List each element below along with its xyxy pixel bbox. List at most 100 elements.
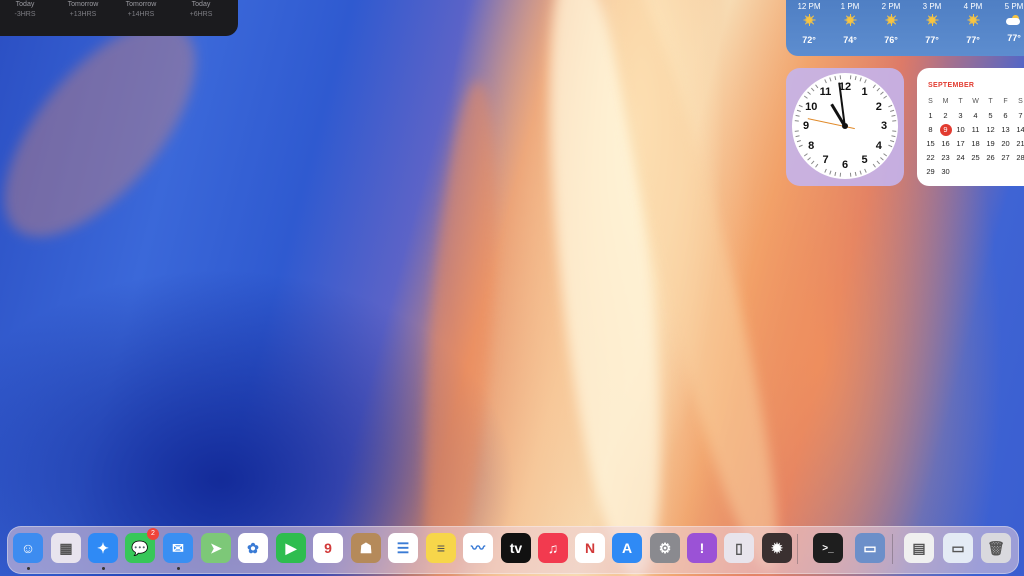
- document-icon[interactable]: ▤: [904, 533, 934, 563]
- clock-tick: [810, 87, 814, 92]
- calendar-day-number: 1: [928, 111, 933, 120]
- maps-icon[interactable]: ➤: [201, 533, 231, 563]
- clock-tick: [879, 91, 884, 95]
- weather-hour-time: 3 PM: [922, 2, 942, 11]
- calendar-day-number: 8: [928, 125, 933, 134]
- calendar-day[interactable]: 6: [998, 109, 1013, 123]
- clock-tick: [823, 168, 827, 173]
- calendar-widget[interactable]: SEPTEMBER S M T W T F S 1 2 3 4 5 6 7 8 9 10 11 12 13 14 15 16…: [917, 68, 1024, 186]
- calendar-day[interactable]: 19: [983, 137, 998, 151]
- world-clock-offset: +13HRS: [69, 11, 97, 18]
- calendar-day[interactable]: 11: [968, 123, 983, 137]
- weather-hour: 12 PM 72°: [792, 0, 826, 47]
- mail-icon[interactable]: ✉: [163, 533, 193, 563]
- calendar-day[interactable]: 27: [998, 151, 1013, 165]
- launchpad-icon[interactable]: ▦: [51, 533, 81, 563]
- running-indicator: [26, 567, 30, 570]
- feedback-icon[interactable]: !: [687, 533, 717, 563]
- preview-icon[interactable]: ▭: [855, 533, 885, 563]
- calendar-day[interactable]: 7: [1013, 109, 1024, 123]
- music-icon[interactable]: ♫: [538, 533, 568, 563]
- clock-tick: [828, 170, 831, 175]
- sun-icon: [885, 14, 897, 26]
- calendar-day[interactable]: 10: [953, 123, 968, 137]
- calendar-day[interactable]: 17: [953, 137, 968, 151]
- calendar-day[interactable]: 22: [923, 151, 938, 165]
- calendar-day[interactable]: 29: [923, 165, 938, 179]
- clock-numeral: 11: [819, 86, 832, 99]
- clock-widget[interactable]: 11 10 9 8 7 6 5 4 3 2 1 12: [786, 68, 904, 186]
- contacts-icon[interactable]: ☗: [351, 533, 381, 563]
- world-clock-offset: +14HRS: [127, 11, 155, 18]
- calendar-day[interactable]: 12: [983, 123, 998, 137]
- system-settings-icon[interactable]: ⚙: [650, 533, 680, 563]
- calendar-day-number: 10: [956, 125, 965, 134]
- clock-tick: [823, 79, 827, 84]
- appletv-icon[interactable]: tv: [501, 533, 531, 563]
- calendar-day[interactable]: 23: [938, 151, 953, 165]
- calendar-day[interactable]: 18: [968, 137, 983, 151]
- system-settings-glyph: ⚙: [658, 539, 672, 556]
- notes-icon[interactable]: ≡: [426, 533, 456, 563]
- calendar-weekday: W: [972, 98, 979, 105]
- weather-hour-time: 12 PM: [797, 2, 821, 11]
- clock-tick: [872, 163, 876, 168]
- calendar-day[interactable]: 14: [1013, 123, 1024, 137]
- calendar-day[interactable]: 5: [983, 109, 998, 123]
- clock-tick: [839, 172, 841, 177]
- calendar-day[interactable]: 13: [998, 123, 1013, 137]
- appstore-icon[interactable]: A: [612, 533, 642, 563]
- clock-numeral: 3: [880, 120, 888, 132]
- calendar-today[interactable]: 9: [938, 123, 953, 137]
- clock-numeral: 10: [805, 100, 818, 113]
- calendar-day[interactable]: 15: [923, 137, 938, 151]
- world-clock-day: Today: [191, 1, 211, 8]
- photos-icon[interactable]: ✿: [238, 533, 268, 563]
- calendar-day[interactable]: 30: [938, 165, 953, 179]
- weather-hour-temp: 72°: [802, 35, 816, 45]
- calendar-day[interactable]: 8: [923, 123, 938, 137]
- finder-icon[interactable]: ☺: [13, 533, 43, 563]
- calendar-day[interactable]: 26: [983, 151, 998, 165]
- calendar-day-number: 2: [943, 111, 948, 120]
- calendar-day[interactable]: 24: [953, 151, 968, 165]
- iphone-mirroring-glyph: ▯: [735, 539, 743, 556]
- reminders-icon[interactable]: ☰: [388, 533, 418, 563]
- calendar-day[interactable]: 21: [1013, 137, 1024, 151]
- calendar-day[interactable]: 28: [1013, 151, 1024, 165]
- calendar-day[interactable]: 2: [938, 109, 953, 123]
- calendar-day[interactable]: 1: [923, 109, 938, 123]
- dock: ☺ ▦ ✦ 💬 2 ✉ ➤ ✿ ▶ 9 ☗ ☰ ≡ 〰 tv ♫ N A ⚙! ▯ ✹ >_ ▭ ▤ ▭ 🗑: [7, 526, 1019, 574]
- notification-badge: 2: [147, 528, 159, 540]
- world-clock-widget[interactable]: Today -3HRS Tomorrow +13HRS Tomorrow +14…: [0, 0, 238, 36]
- calendar-day-number: 11: [971, 125, 980, 134]
- calendar-day[interactable]: 25: [968, 151, 983, 165]
- calendar-weekday: M: [942, 98, 949, 105]
- clock-tick: [891, 130, 896, 132]
- calendar-glyph: 9: [324, 540, 332, 556]
- reminders-glyph: ☰: [396, 539, 410, 556]
- sun-icon: [844, 14, 856, 26]
- clock-tick: [796, 109, 801, 112]
- trash-icon[interactable]: 🗑: [981, 533, 1011, 563]
- terminal-icon[interactable]: >_: [813, 533, 843, 563]
- freeform-icon[interactable]: 〰: [463, 533, 493, 563]
- calendar-icon[interactable]: 9: [313, 533, 343, 563]
- facetime-icon[interactable]: ▶: [276, 533, 306, 563]
- weather-widget[interactable]: 12 PM 72° 1 PM 74° 2 PM 76° 3 PM 77° 4 P…: [786, 0, 1024, 56]
- calendar-day-number: 4: [973, 111, 978, 120]
- calendar-day[interactable]: 16: [938, 137, 953, 151]
- clock-tick: [806, 157, 811, 161]
- weather-hour-temp: 77°: [966, 35, 980, 45]
- clock-tick: [859, 77, 862, 82]
- bug-app-icon[interactable]: ✹: [762, 533, 792, 563]
- calendar-day[interactable]: 4: [968, 109, 983, 123]
- window-stack-icon[interactable]: ▭: [943, 533, 973, 563]
- calendar-day[interactable]: 3: [953, 109, 968, 123]
- calendar-day[interactable]: 20: [998, 137, 1013, 151]
- safari-icon[interactable]: ✦: [88, 533, 118, 563]
- terminal-glyph: >_: [822, 542, 834, 554]
- news-icon[interactable]: N: [575, 533, 605, 563]
- iphone-mirroring-icon[interactable]: ▯: [724, 533, 754, 563]
- calendar-day-number: 30: [941, 167, 950, 176]
